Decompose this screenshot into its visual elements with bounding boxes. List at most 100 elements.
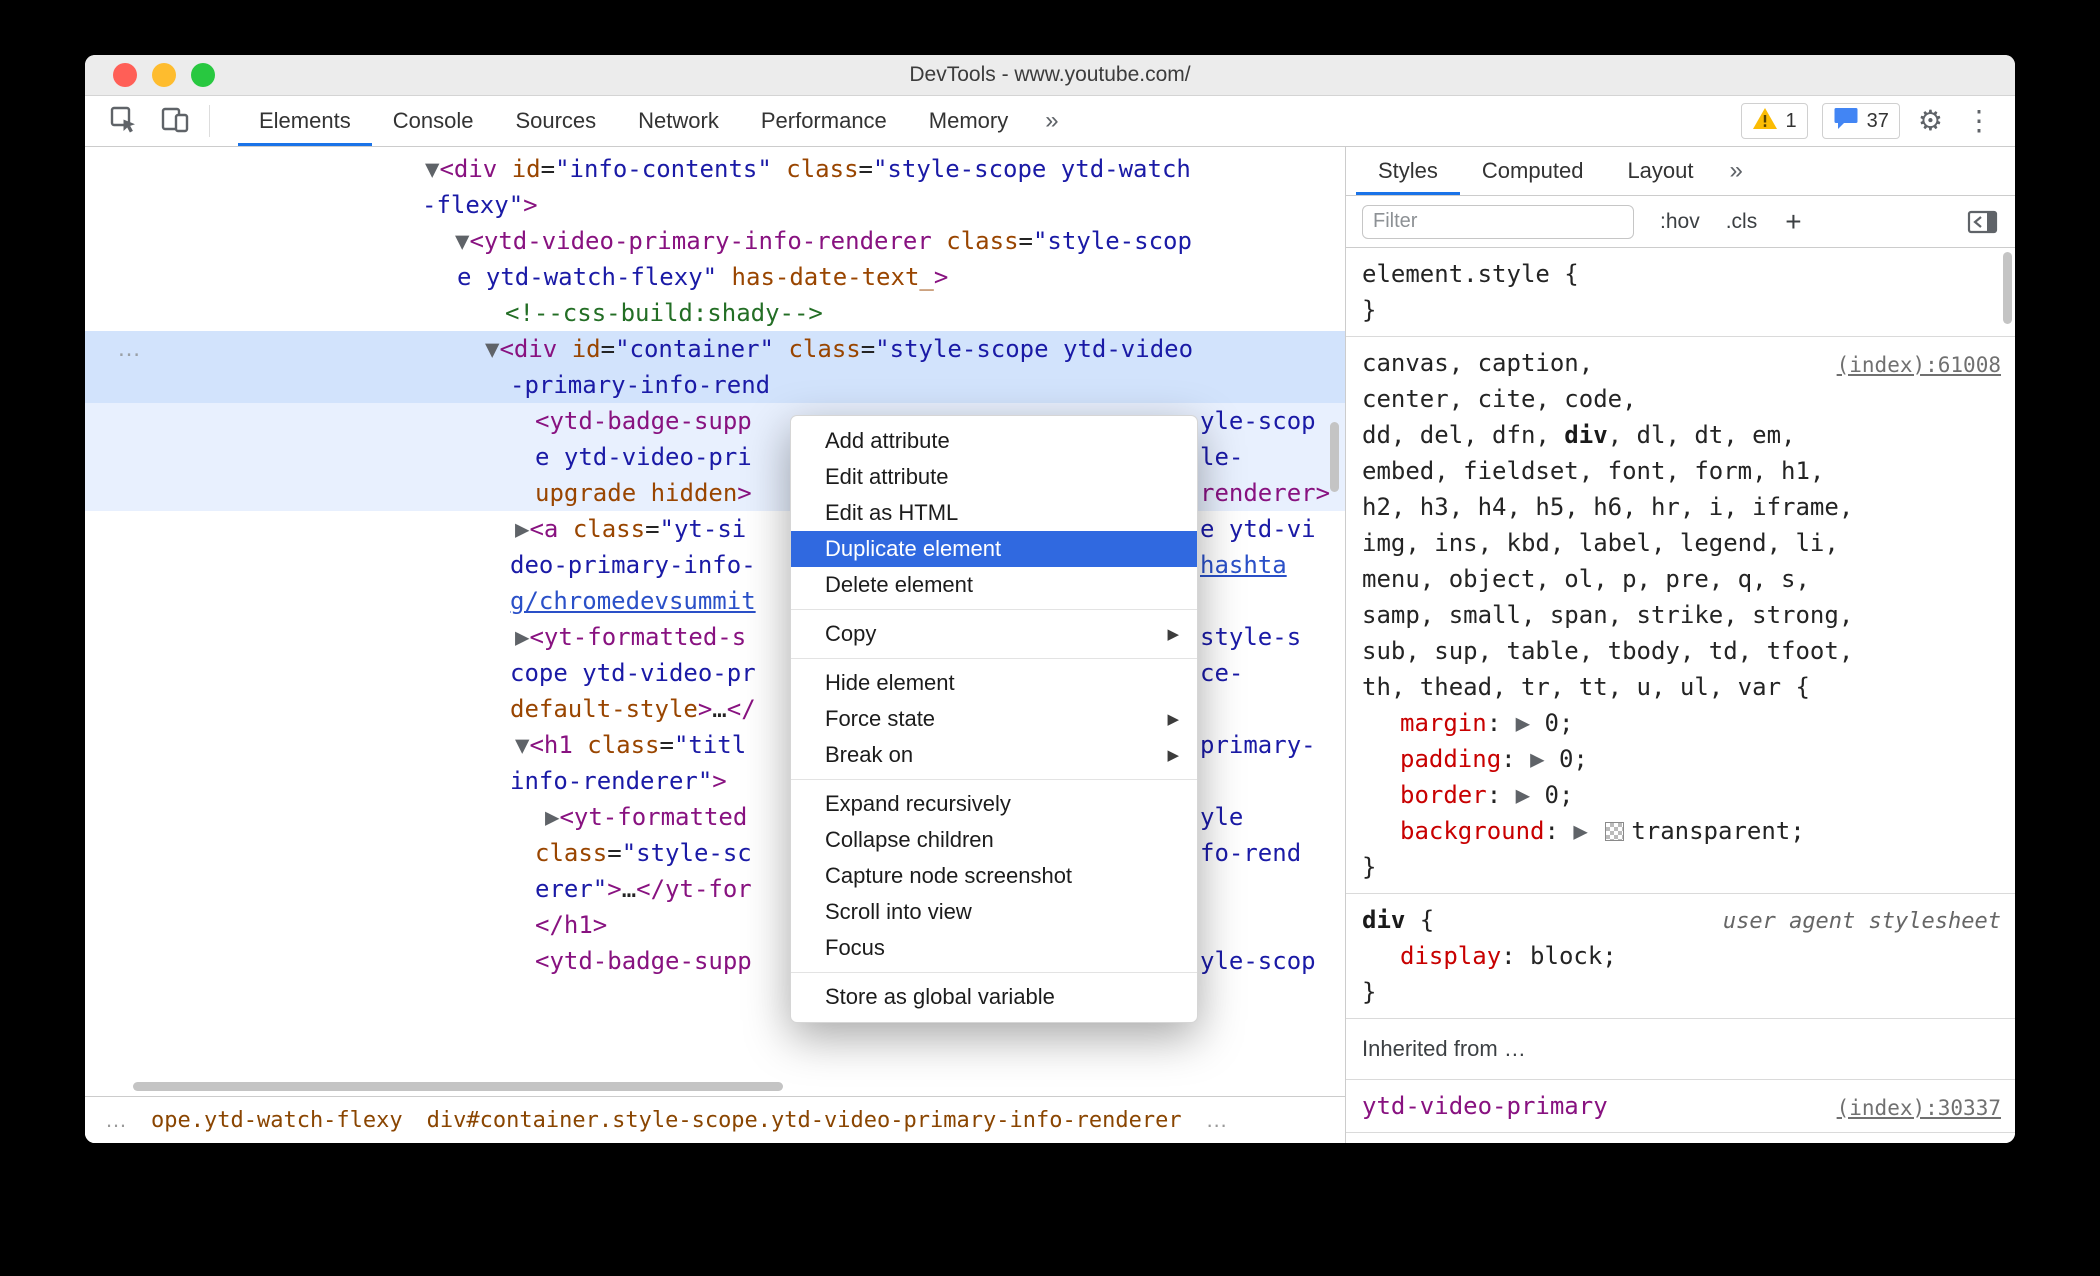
css-line[interactable]: background: ▶ transparent;: [1362, 813, 2001, 849]
vertical-scrollbar[interactable]: [1330, 422, 1339, 492]
css-line[interactable]: center, cite, code,: [1362, 381, 2001, 417]
menu-item-scroll-into-view[interactable]: Scroll into view: [791, 894, 1197, 930]
breadcrumb-item-watch-flexy[interactable]: ope.ytd-watch-flexy: [139, 1108, 415, 1133]
css-line[interactable]: }: [1362, 849, 2001, 885]
zoom-button[interactable]: [191, 63, 215, 87]
sidebar-toggle-icon[interactable]: [1967, 209, 1999, 235]
more-options-icon[interactable]: ⋮: [1961, 107, 1997, 135]
sidebar-tab-styles[interactable]: Styles: [1356, 147, 1460, 195]
menu-item-add-attribute[interactable]: Add attribute: [791, 423, 1197, 459]
dom-tree-line-5[interactable]: … ▼<div id="container" class="style-scope…: [85, 331, 1345, 367]
breadcrumb-overflow-left[interactable]: …: [93, 1107, 139, 1133]
code-segment: >: [712, 767, 727, 795]
menu-item-collapse-children[interactable]: Collapse children: [791, 822, 1197, 858]
menu-item-capture-node-screenshot[interactable]: Capture node screenshot: [791, 858, 1197, 894]
panel-tabs: Elements Console Sources Network Performance…: [238, 96, 1029, 146]
stylesheet-source-link[interactable]: (index):61008: [1837, 347, 2001, 383]
code-segment: deo-primary-info-: [510, 551, 756, 579]
horizontal-scrollbar[interactable]: [133, 1082, 783, 1091]
css-line[interactable]: element.style {: [1362, 256, 2001, 292]
code-segment: ▶: [1530, 745, 1545, 773]
tab-sources[interactable]: Sources: [494, 96, 617, 146]
code-segment: 0;: [1530, 781, 1574, 809]
styles-scrollbar[interactable]: [2003, 252, 2012, 324]
tab-network[interactable]: Network: [617, 96, 740, 146]
css-line[interactable]: dd, del, dfn, div, dl, dt, em,: [1362, 417, 2001, 453]
css-line[interactable]: img, ins, kbd, label, legend, li,: [1362, 525, 2001, 561]
menu-item-edit-attribute[interactable]: Edit attribute: [791, 459, 1197, 495]
dom-tree-line-2[interactable]: ▼<ytd-video-primary-info-renderer class=…: [85, 223, 1345, 259]
breadcrumb-overflow-right[interactable]: …: [1194, 1107, 1240, 1133]
dom-tree-line-1[interactable]: -flexy">: [85, 187, 1345, 223]
menu-item-copy[interactable]: Copy ▶: [791, 616, 1197, 652]
traffic-lights: [113, 63, 215, 87]
close-button[interactable]: [113, 63, 137, 87]
css-line[interactable]: }: [1362, 974, 2001, 1010]
menu-item-edit-as-html[interactable]: Edit as HTML: [791, 495, 1197, 531]
new-style-rule-button[interactable]: +: [1785, 207, 1801, 236]
sidebar-tab-layout[interactable]: Layout: [1605, 147, 1715, 195]
code-segment: :: [1486, 709, 1516, 737]
dom-tree-line-3[interactable]: e ytd-watch-flexy" has-date-text_>: [85, 259, 1345, 295]
code-segment: ▼: [455, 227, 470, 255]
more-tabs-chevron-icon[interactable]: »: [1029, 96, 1074, 146]
menu-item-focus[interactable]: Focus: [791, 930, 1197, 966]
dom-tree-line-6[interactable]: -primary-info-rend: [85, 367, 1345, 403]
issues-badge[interactable]: 37: [1821, 103, 1900, 139]
menu-item-expand-recursively[interactable]: Expand recursively: [791, 786, 1197, 822]
code-segment: =: [860, 335, 876, 363]
minimize-button[interactable]: [152, 63, 176, 87]
menu-item-label: Collapse children: [825, 827, 994, 852]
menu-item-delete-element[interactable]: Delete element: [791, 567, 1197, 603]
menu-item-label: Add attribute: [825, 428, 950, 453]
code-segment: samp, small, span, strike, strong,: [1362, 601, 1854, 629]
breadcrumb-item-container[interactable]: div#container.style-scope.ytd-video-prim…: [415, 1108, 1194, 1133]
css-line[interactable]: embed, fieldset, font, form, h1,: [1362, 453, 2001, 489]
code-segment: menu, object, ol, p, pre, q, s,: [1362, 565, 1810, 593]
css-line[interactable]: }: [1362, 292, 2001, 328]
menu-item-store-as-global-variable[interactable]: Store as global variable: [791, 979, 1197, 1015]
dom-tree-line-4[interactable]: <!--css-build:shady-->: [85, 295, 1345, 331]
css-line[interactable]: menu, object, ol, p, pre, q, s,: [1362, 561, 2001, 597]
title-bar[interactable]: DevTools - www.youtube.com/: [85, 55, 2015, 96]
code-segment: cope ytd-video-pr: [510, 659, 756, 687]
element-classes-button[interactable]: .cls: [1726, 210, 1758, 234]
css-line[interactable]: margin: ▶ 0;: [1362, 705, 2001, 741]
code-segment: border: [1400, 781, 1487, 809]
css-line[interactable]: h2, h3, h4, h5, h6, hr, i, iframe,: [1362, 489, 2001, 525]
dom-tree-line-0[interactable]: ▼<div id="info-contents" class="style-sc…: [85, 151, 1345, 187]
css-line[interactable]: border: ▶ 0;: [1362, 777, 2001, 813]
code-segment: :: [1486, 781, 1516, 809]
user-agent-stylesheet-label: user agent stylesheet: [1722, 909, 2001, 934]
menu-item-duplicate-element[interactable]: Duplicate element: [791, 531, 1197, 567]
more-sidebar-tabs-chevron-icon[interactable]: »: [1716, 147, 1757, 195]
menu-item-break-on[interactable]: Break on ▶: [791, 737, 1197, 773]
sidebar-tab-computed[interactable]: Computed: [1460, 147, 1606, 195]
menu-item-force-state[interactable]: Force state ▶: [791, 701, 1197, 737]
code-segment: background: [1400, 817, 1545, 845]
toggle-element-state-button[interactable]: :hov: [1660, 210, 1700, 234]
tab-console[interactable]: Console: [372, 96, 495, 146]
css-line[interactable]: th, thead, tr, tt, u, ul, var {: [1362, 669, 2001, 705]
code-fragment-right-of-menu: le-: [1200, 439, 1243, 475]
menu-item-hide-element[interactable]: Hide element: [791, 665, 1197, 701]
inspect-element-icon[interactable]: [107, 103, 139, 140]
tab-performance[interactable]: Performance: [740, 96, 908, 146]
css-line[interactable]: sub, sup, table, tbody, td, tfoot,: [1362, 633, 2001, 669]
code-segment: ▶: [515, 515, 530, 543]
code-segment: default-style: [510, 695, 698, 723]
css-line[interactable]: display: block;: [1362, 938, 2001, 974]
styles-filter-input[interactable]: [1362, 204, 1634, 239]
css-line[interactable]: padding: ▶ 0;: [1362, 741, 2001, 777]
device-toolbar-icon[interactable]: [159, 103, 191, 140]
node-more-actions-icon[interactable]: …: [117, 331, 141, 367]
code-segment: class: [587, 731, 660, 759]
tab-memory[interactable]: Memory: [908, 96, 1029, 146]
tab-elements[interactable]: Elements: [238, 96, 372, 146]
code-segment: upgrade hidden: [535, 479, 738, 507]
stylesheet-source-link[interactable]: (index):30337: [1837, 1090, 2001, 1126]
css-line[interactable]: samp, small, span, strike, strong,: [1362, 597, 2001, 633]
settings-gear-icon[interactable]: ⚙: [1914, 107, 1947, 135]
warnings-badge[interactable]: 1: [1740, 103, 1808, 139]
code-segment: e ytd-video-pri: [535, 443, 752, 471]
